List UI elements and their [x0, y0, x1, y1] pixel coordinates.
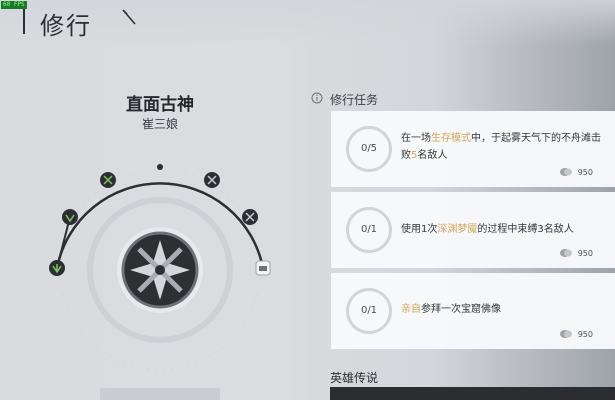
hero-legend-header: 英雄传说 — [330, 371, 379, 385]
reward-amount: 950 — [577, 249, 593, 258]
back-icon[interactable] — [10, 6, 32, 36]
bottom-tab[interactable] — [100, 388, 220, 400]
reward-amount: 950 — [577, 168, 593, 177]
task-description: 在一场生存模式中，于起雾天气下的不舟滩击败5名敌人 — [401, 133, 601, 161]
challenge-title: 直面古神 — [126, 95, 194, 115]
hero-name: 崔三娘 — [141, 117, 178, 131]
progress-ring: 0/1 — [346, 288, 392, 334]
task-card[interactable]: 0/5 在一场生存模式中，于起雾天气下的不舟滩击败5名敌人 950 — [331, 111, 615, 187]
central-emblem[interactable] — [117, 227, 203, 313]
skill-node-4[interactable] — [157, 164, 163, 170]
info-icon[interactable] — [311, 92, 323, 104]
hero-legend-panel[interactable] — [330, 387, 615, 400]
reward-amount: 950 — [577, 330, 593, 339]
skill-node-3[interactable] — [100, 172, 116, 188]
task-card[interactable]: 0/1 使用1次深渊梦魇的过程中束缚3名敌人 950 — [331, 192, 615, 268]
skill-node-7[interactable] — [255, 260, 271, 276]
task-description: 亲自参拜一次宝窟佛像 — [401, 304, 501, 315]
close-icon[interactable] — [121, 9, 137, 25]
skill-node-1[interactable] — [49, 260, 65, 276]
coin-icon — [560, 330, 572, 338]
coin-icon — [560, 168, 572, 176]
skill-node-6[interactable] — [242, 209, 258, 225]
coin-icon — [560, 249, 572, 257]
task-description: 使用1次深渊梦魇的过程中束缚3名敌人 — [401, 224, 574, 235]
task-header: 修行任务 — [330, 93, 379, 107]
top-bar — [0, 0, 615, 46]
progress-ring: 0/1 — [346, 207, 392, 253]
skill-node-2[interactable] — [62, 209, 78, 225]
page-title: 修行 — [40, 12, 92, 40]
progress-ring: 0/5 — [346, 126, 392, 172]
skill-tree — [49, 164, 271, 371]
task-card[interactable]: 0/1 亲自参拜一次宝窟佛像 950 — [331, 273, 615, 349]
skill-node-5[interactable] — [204, 172, 220, 188]
